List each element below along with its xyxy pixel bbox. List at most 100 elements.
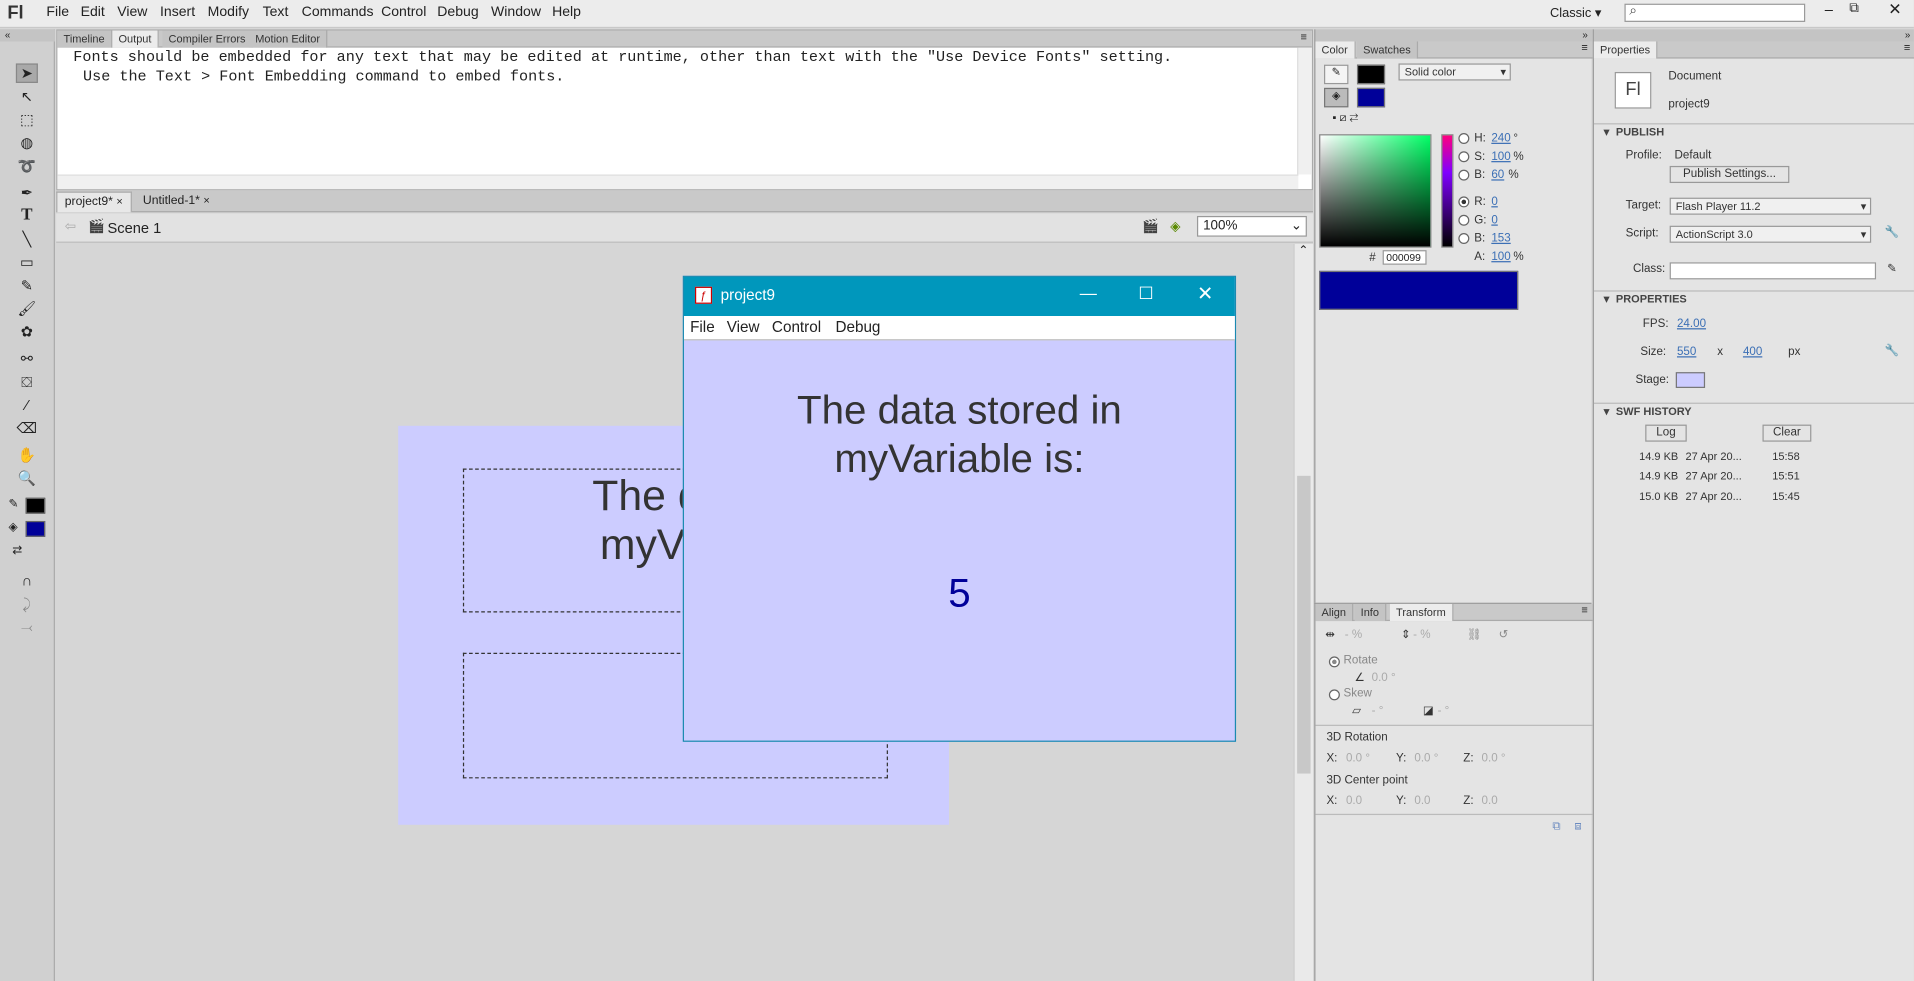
rotation-y-value[interactable]: 0.0 ° (1414, 752, 1438, 765)
color-picker-field[interactable] (1319, 134, 1432, 248)
tab-properties[interactable]: Properties (1593, 41, 1658, 59)
rotation-z-value[interactable]: 0.0 ° (1482, 752, 1506, 765)
snap-magnet-icon[interactable]: ∩ (16, 571, 38, 591)
chevron-up-icon[interactable]: ⌃ (1298, 244, 1308, 257)
collapse-icon[interactable]: « (0, 29, 55, 42)
stage-color-swatch[interactable] (1675, 372, 1706, 388)
menu-text[interactable]: Text (263, 5, 289, 20)
tab-transform[interactable]: Transform (1389, 603, 1454, 622)
close-icon[interactable]: ✕ (1888, 0, 1901, 20)
tab-color[interactable]: Color (1315, 41, 1356, 59)
subselection-tool-icon[interactable]: ↖ (16, 87, 38, 107)
tab-output[interactable]: Output (112, 30, 159, 48)
swf-menu-debug[interactable]: Debug (835, 318, 880, 335)
expand-panels-icon[interactable]: » (1593, 29, 1914, 42)
fill-swatch[interactable] (1356, 87, 1386, 108)
height-value[interactable]: 400 (1743, 345, 1762, 358)
menu-commands[interactable]: Commands (302, 5, 374, 20)
class-input[interactable] (1669, 262, 1877, 280)
b-value[interactable]: 60 (1491, 168, 1504, 181)
search-input[interactable]: ⌕ (1624, 3, 1806, 22)
publish-section-header[interactable]: ▾ PUBLISH (1593, 123, 1914, 140)
brush-tool-icon[interactable]: 🖌 (16, 299, 38, 319)
h-radio[interactable] (1458, 132, 1470, 144)
h-value[interactable]: 240 (1491, 132, 1510, 145)
link-icon[interactable]: ⛓ (1467, 628, 1482, 641)
workspace-switcher[interactable]: Classic ▾ (1550, 6, 1601, 21)
menu-window[interactable]: Window (491, 5, 541, 20)
swf-menu-control[interactable]: Control (772, 318, 821, 335)
center-y-value[interactable]: 0.0 (1414, 794, 1430, 807)
doc-tab-project9[interactable]: project9* × (56, 191, 132, 213)
menu-edit[interactable]: Edit (81, 5, 105, 20)
tab-timeline[interactable]: Timeline (57, 30, 112, 48)
log-button[interactable]: Log (1645, 424, 1687, 442)
skew-v-value[interactable]: - ° (1438, 704, 1450, 717)
lasso-tool-icon[interactable]: ➰ (16, 156, 38, 176)
stroke-color-swatch[interactable] (25, 497, 46, 514)
selection-tool-icon[interactable]: ➤ (15, 63, 38, 83)
edit-class-pencil-icon[interactable]: ✎ (1887, 262, 1897, 275)
minimize-icon[interactable]: — (1080, 283, 1097, 303)
eraser-tool-icon[interactable]: ⌫ (16, 418, 38, 438)
smooth-icon[interactable]: ⤸ (16, 594, 38, 614)
stroke-swatch[interactable] (1356, 64, 1386, 85)
fps-value[interactable]: 24.00 (1677, 317, 1706, 330)
rectangle-tool-icon[interactable]: ▭ (16, 253, 38, 273)
eyedropper-tool-icon[interactable]: ⁄ (16, 395, 38, 415)
rotate-value[interactable]: 0.0 ° (1372, 671, 1396, 684)
target-select[interactable]: Flash Player 11.2 ▾ (1669, 197, 1872, 215)
back-arrow-icon[interactable]: ⇦ (65, 218, 76, 235)
free-transform-tool-icon[interactable]: ⬚ (16, 110, 38, 130)
g-radio[interactable] (1458, 214, 1470, 226)
paint-bucket-tool-icon[interactable]: ⛋ (16, 372, 38, 392)
b-radio[interactable] (1458, 169, 1470, 181)
panel-menu-icon[interactable]: ≡ (1904, 41, 1910, 53)
3d-rotation-tool-icon[interactable]: ◍ (16, 133, 38, 153)
tab-swatches[interactable]: Swatches (1356, 41, 1419, 59)
remove-transform-icon[interactable]: ⧈ (1574, 820, 1581, 833)
rotate-radio[interactable] (1328, 656, 1340, 668)
expand-panels-icon[interactable]: » (1315, 29, 1593, 42)
script-select[interactable]: ActionScript 3.0 ▾ (1669, 225, 1872, 243)
pen-tool-icon[interactable]: ✒ (16, 183, 38, 203)
hex-input[interactable]: 000099 (1382, 250, 1427, 265)
restore-icon[interactable]: ⧉ (1849, 1, 1859, 17)
menu-file[interactable]: File (46, 5, 69, 20)
menu-debug[interactable]: Debug (437, 5, 478, 20)
output-vscrollbar[interactable] (1297, 47, 1312, 175)
a-value[interactable]: 100 (1491, 250, 1510, 263)
tab-info[interactable]: Info (1354, 603, 1387, 622)
r-value[interactable]: 0 (1491, 195, 1497, 208)
wrench-icon[interactable]: 🔧 (1885, 344, 1899, 357)
zoom-select[interactable]: 100% ⌄ (1196, 215, 1307, 237)
scroll-thumb[interactable] (1297, 475, 1311, 774)
b2-value[interactable]: 153 (1491, 232, 1510, 245)
menu-control[interactable]: Control (381, 5, 426, 20)
clear-button[interactable]: Clear (1762, 424, 1812, 442)
close-icon[interactable]: ✕ (1197, 282, 1213, 306)
swf-menu-view[interactable]: View (727, 318, 760, 335)
panel-menu-icon[interactable]: ≡ (1581, 41, 1587, 53)
width-pct[interactable]: - % (1345, 628, 1362, 641)
pencil-tool-icon[interactable]: ✎ (16, 276, 38, 296)
output-hscrollbar[interactable] (57, 174, 1299, 190)
swap-colors-icon[interactable]: ⇄ (12, 544, 22, 557)
center-z-value[interactable]: 0.0 (1482, 794, 1498, 807)
skew-radio[interactable] (1328, 689, 1340, 701)
swap-colors-icon[interactable]: ▪ ⧄ ⇄ (1333, 111, 1359, 124)
edit-symbols-icon[interactable]: ◈ (1170, 218, 1180, 235)
center-x-value[interactable]: 0.0 (1346, 794, 1362, 807)
swf-title-bar[interactable]: ƒ project9 — ☐ ✕ (683, 276, 1235, 317)
doc-tab-untitled[interactable]: Untitled-1* × (134, 192, 222, 213)
wrench-icon[interactable]: 🔧 (1885, 226, 1899, 239)
g-value[interactable]: 0 (1491, 214, 1497, 227)
tab-align[interactable]: Align (1315, 603, 1354, 622)
height-pct[interactable]: - % (1413, 628, 1430, 641)
minimize-icon[interactable]: – (1825, 1, 1833, 18)
bone-tool-icon[interactable]: ⚯ (16, 349, 38, 369)
skew-h-value[interactable]: - ° (1372, 704, 1384, 717)
fill-color-swatch[interactable] (25, 520, 46, 537)
s-radio[interactable] (1458, 151, 1470, 163)
deco-tool-icon[interactable]: ✿ (16, 322, 38, 342)
